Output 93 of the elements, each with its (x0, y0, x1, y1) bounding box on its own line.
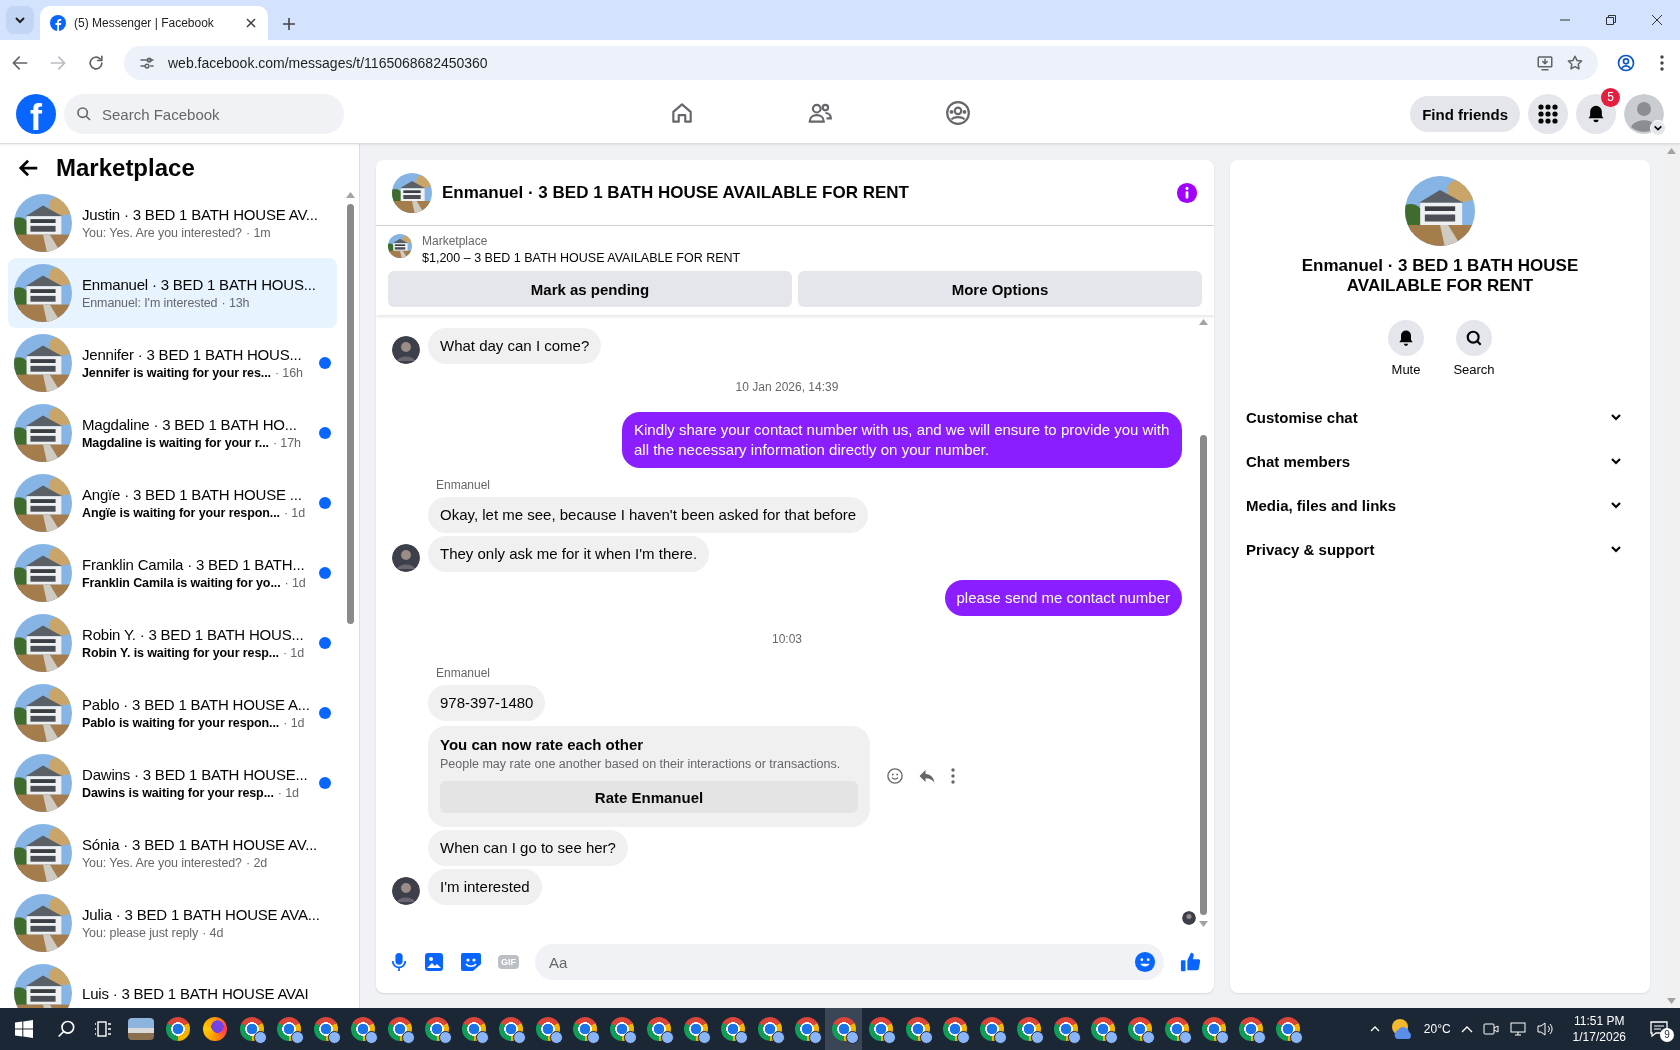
chat-item[interactable]: Robin Y. · 3 BED 1 BATH HOUS... Robin Y. is waiting for your resp... · 1d (8, 608, 337, 678)
chat-title: Dawins · 3 BED 1 BATH HOUSE... (82, 766, 309, 783)
chat-title: Robin Y. · 3 BED 1 BATH HOUS... (82, 626, 305, 643)
message-preview: You: please just reply (82, 926, 199, 940)
chat-title: Luis · 3 BED 1 BATH HOUSE AVAI (82, 984, 310, 1002)
section-title: Media, files and links (1246, 496, 1397, 514)
chat-title: Magdaline · 3 BED 1 BATH HO... (82, 416, 298, 433)
card-title: You can now rate each other (440, 736, 645, 753)
chat-item[interactable]: Dawins · 3 BED 1 BATH HOUSE... Dawins is waiting for your resp... · 1d (8, 748, 337, 818)
sender-name: Enmanuel (436, 478, 492, 492)
action-label: Mute (1391, 362, 1421, 377)
timestamp: 10:03 (771, 632, 803, 646)
action-label: Search (1453, 362, 1495, 377)
chat-item[interactable]: Magdaline · 3 BED 1 BATH HO... Magdaline is waiting for your r... · 17h (8, 398, 337, 468)
rate-button[interactable]: Rate Enmanuel (440, 781, 858, 813)
message-bubble: 978-397-1480 (428, 685, 546, 721)
chat-item[interactable]: Julia · 3 BED 1 BATH HOUSE AVA... You: please just reply · 4d (8, 888, 337, 958)
message-time: · 1d (283, 716, 305, 730)
message-preview: Pablo is waiting for your respon... (82, 716, 280, 730)
section-title: Chat members (1246, 452, 1351, 470)
chat-item[interactable]: Enmanuel · 3 BED 1 BATH HOUS... Enmanuel: I'm interested · 13h (8, 258, 337, 328)
page-title: Marketplace (56, 154, 195, 182)
section-header[interactable]: Chat members (1246, 439, 1634, 483)
action-button[interactable]: More Options (798, 271, 1202, 307)
section-header[interactable]: Media, files and links (1246, 483, 1634, 527)
chat-title: Franklin Camila · 3 BED 1 BATH... (82, 556, 306, 573)
notification-count: 9 (1660, 1028, 1674, 1042)
chat-item[interactable]: Franklin Camila · 3 BED 1 BATH... Franklin Camila is waiting for yo... · 1d (8, 538, 337, 608)
message-field[interactable]: Aa (535, 944, 1164, 980)
clock-time: 11:51 PM (1574, 1013, 1625, 1029)
message-bubble: Okay, let me see, because I haven't been asked for that before (428, 497, 869, 533)
chat-title: Sónia · 3 BED 1 BATH HOUSE AV... (82, 836, 319, 853)
chat-title: Pablo · 3 BED 1 BATH HOUSE A... (82, 696, 309, 713)
message-bubble: I'm interested (428, 869, 542, 905)
listing-title: $1,200 – 3 BED 1 BATH HOUSE AVAILABLE FOR RENT (422, 251, 741, 265)
message-bubble: When can I go to see her? (428, 830, 628, 866)
section-title: Customise chat (1246, 408, 1358, 426)
chat-item[interactable]: Angïe · 3 BED 1 BATH HOUSE ... Angïe is waiting for your respon... · 1d (8, 468, 337, 538)
message-bubble: please send me contact number (944, 580, 1182, 616)
chat-item[interactable]: Pablo · 3 BED 1 BATH HOUSE A... Pablo is waiting for your respon... · 1d (8, 678, 337, 748)
chat-title: Jennifer · 3 BED 1 BATH HOUS... (82, 346, 303, 363)
chat-title: Julia · 3 BED 1 BATH HOUSE AVA... (82, 906, 321, 923)
section-header[interactable]: Privacy & support (1246, 527, 1634, 571)
message-time: · 1m (245, 226, 271, 240)
message-input[interactable]: Aa (547, 952, 1134, 972)
message-time: · 17h (272, 436, 301, 450)
temperature: 20°C (1423, 1022, 1451, 1036)
message-time: · 4d (202, 926, 224, 940)
message-time: · 1d (284, 576, 306, 590)
timestamp: 10 Jan 2026, 14:39 (734, 380, 840, 394)
card-text: People may rate one another based on their interactions or transactions. (440, 757, 842, 771)
sender-name: Enmanuel (436, 666, 492, 680)
chat-title: Justin · 3 BED 1 BATH HOUSE AV... (82, 206, 319, 223)
message-bubble: Kindly share your contact number with us, and we will ensure to provide you with all the necessary information directly on your number. (622, 412, 1182, 468)
message-preview: Magdaline is waiting for your r... (82, 436, 269, 450)
chat-name: Enmanuel · 3 BED 1 BATH HOUSE AVAILABLE FOR RENT (1300, 256, 1580, 296)
conversation-title: Enmanuel · 3 BED 1 BATH HOUSE AVAILABLE FOR RENT (442, 182, 910, 203)
search-input[interactable]: Search Facebook (100, 104, 332, 124)
message-preview: Robin Y. is waiting for your resp... (82, 646, 279, 660)
search-field[interactable]: Search Facebook (64, 94, 344, 134)
chat-item[interactable]: Justin · 3 BED 1 BATH HOUSE AV... You: Yes. Are you interested? · 1m (8, 188, 337, 258)
message-time: · 1d (283, 506, 306, 520)
find-friends-button[interactable]: Find friends (1410, 96, 1520, 132)
message-preview: Enmanuel: I'm interested (82, 296, 218, 310)
clock-date: 1/17/2026 (1572, 1029, 1626, 1045)
listing-label: Marketplace (422, 234, 489, 248)
browser-tab[interactable]: (5) Messenger | Facebook (40, 6, 268, 40)
message-time: · 16h (274, 366, 303, 380)
message-preview: Dawins is waiting for your resp... (82, 786, 274, 800)
message-bubble: They only ask me for it when I'm there. (428, 536, 710, 572)
section-header[interactable]: Customise chat (1246, 395, 1634, 439)
message-time: · 13h (221, 296, 250, 310)
address-bar[interactable]: web.facebook.com/messages/t/1165068682450360 (124, 46, 1598, 80)
message-preview: You: Yes. Are you interested? (82, 226, 242, 240)
url-text: web.facebook.com/messages/t/1165068682450360 (168, 55, 489, 71)
chat-title: Enmanuel · 3 BED 1 BATH HOUS... (82, 276, 317, 293)
message-time: · 1d (282, 646, 305, 660)
message-preview: Franklin Camila is waiting for yo... (82, 576, 281, 590)
facebook-logo[interactable]: f (16, 94, 56, 134)
message-bubble: What day can I come? (428, 328, 602, 364)
chat-item[interactable]: Sónia · 3 BED 1 BATH HOUSE AV... You: Yes. Are you interested? · 2d (8, 818, 337, 888)
message-preview: Jennifer is waiting for your res... (82, 366, 271, 380)
chat-title: Angïe · 3 BED 1 BATH HOUSE ... (82, 486, 303, 503)
message-time: · 1d (277, 786, 299, 800)
action-button[interactable]: Mark as pending (388, 271, 792, 307)
notification-center-button[interactable]: 9 (1644, 1014, 1674, 1044)
section-title: Privacy & support (1246, 540, 1375, 558)
message-time: · 2d (245, 856, 268, 870)
tab-title: (5) Messenger | Facebook (74, 16, 215, 30)
message-preview: You: Yes. Are you interested? (82, 856, 242, 870)
message-preview: Angïe is waiting for your respon... (82, 506, 280, 520)
notification-badge: 5 (1601, 88, 1620, 107)
chat-item[interactable]: Jennifer · 3 BED 1 BATH HOUS... Jennifer is waiting for your res... · 16h (8, 328, 337, 398)
